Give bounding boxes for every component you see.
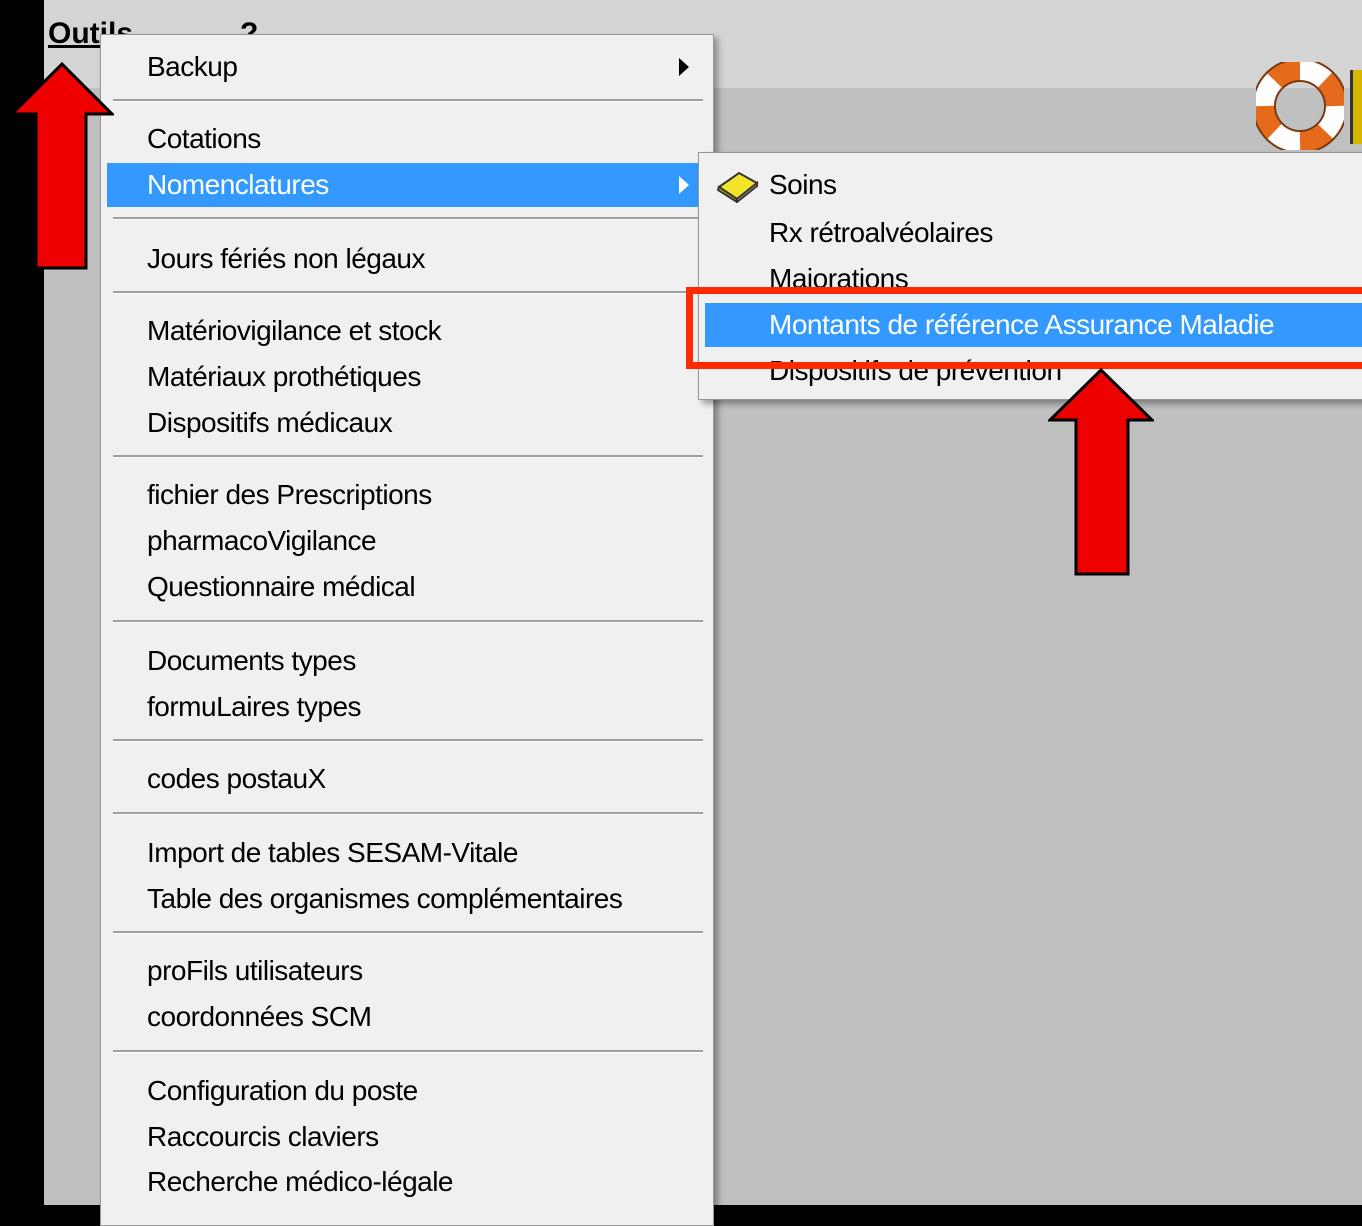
- menu-item-dispositifs-medicaux[interactable]: Dispositifs médicaux: [107, 401, 703, 445]
- menu-separator: [113, 620, 703, 623]
- submenu-arrow-icon: [679, 58, 689, 76]
- menu-separator: [113, 739, 703, 742]
- menu-item-label: Dispositifs médicaux: [147, 407, 393, 438]
- menu-item-label: proFils utilisateurs: [147, 955, 363, 986]
- menu-item-label: Matériovigilance et stock: [147, 315, 442, 346]
- menu-separator: [113, 812, 703, 815]
- menu-item-label: formuLaires types: [147, 691, 362, 722]
- menu-item-label: Matériaux prothétiques: [147, 361, 421, 392]
- menu-item-label: Documents types: [147, 645, 356, 676]
- menu-item-documents-types[interactable]: Documents types: [107, 639, 703, 683]
- menu-item-raccourcis[interactable]: Raccourcis claviers: [107, 1115, 703, 1159]
- menu-separator: [113, 1050, 703, 1053]
- toolbar-icon-partial[interactable]: [1350, 70, 1362, 144]
- menu-separator: [113, 99, 703, 102]
- annotation-arrow-right-icon: [1048, 368, 1154, 576]
- menu-item-materiovigilance[interactable]: Matériovigilance et stock: [107, 309, 703, 353]
- annotation-arrow-left-icon: [10, 62, 114, 270]
- menu-separator: [113, 931, 703, 934]
- menu-item-nomenclatures[interactable]: Nomenclatures: [107, 163, 703, 207]
- menu-item-label: coordonnées SCM: [147, 1001, 372, 1032]
- submenu-arrow-icon: [679, 176, 689, 194]
- annotation-highlight-box: [686, 287, 1362, 369]
- menu-item-label: Backup: [147, 51, 238, 82]
- menu-item-coordonnees-scm[interactable]: coordonnées SCM: [107, 995, 703, 1039]
- menu-item-label: Raccourcis claviers: [147, 1121, 379, 1152]
- menu-item-label: codes postauX: [147, 763, 326, 794]
- menu-separator: [113, 217, 703, 220]
- submenu-item-label: Soins: [769, 169, 837, 200]
- menu-item-codes-postaux[interactable]: codes postauX: [107, 757, 703, 801]
- menu-item-organismes[interactable]: Table des organismes complémentaires: [107, 877, 703, 921]
- menu-item-label: pharmacoVigilance: [147, 525, 377, 556]
- menu-item-label: Table des organismes complémentaires: [147, 883, 623, 914]
- menu-item-formulaires-types[interactable]: formuLaires types: [107, 685, 703, 729]
- menu-item-cotations[interactable]: Cotations: [107, 117, 703, 161]
- book-icon: [716, 171, 759, 203]
- submenu-item-soins[interactable]: Soins: [705, 163, 1362, 207]
- menu-item-label: fichier des Prescriptions: [147, 479, 432, 510]
- submenu-item-rx[interactable]: Rx rétroalvéolaires: [705, 211, 1362, 255]
- menu-item-pharmacovigilance[interactable]: pharmacoVigilance: [107, 519, 703, 563]
- menu-item-jours-feries[interactable]: Jours fériés non légaux: [107, 237, 703, 281]
- menu-item-questionnaire[interactable]: Questionnaire médical: [107, 565, 703, 609]
- outils-dropdown-menu: Backup Cotations Nomenclatures Jours fér…: [100, 34, 714, 1226]
- menu-item-label: Questionnaire médical: [147, 571, 416, 602]
- menu-item-prescriptions[interactable]: fichier des Prescriptions: [107, 473, 703, 517]
- menu-item-recherche[interactable]: Recherche médico-légale: [107, 1160, 703, 1204]
- menu-item-materiaux-prothetiques[interactable]: Matériaux prothétiques: [107, 355, 703, 399]
- menu-separator: [113, 291, 703, 294]
- menu-item-import-sesam[interactable]: Import de tables SESAM-Vitale: [107, 831, 703, 875]
- menu-item-label: Nomenclatures: [147, 169, 329, 200]
- menu-item-label: Configuration du poste: [147, 1075, 418, 1106]
- menu-item-profils[interactable]: proFils utilisateurs: [107, 949, 703, 993]
- menu-item-backup[interactable]: Backup: [107, 45, 703, 89]
- menu-item-configuration[interactable]: Configuration du poste: [107, 1069, 703, 1113]
- submenu-item-label: Rx rétroalvéolaires: [769, 217, 993, 248]
- menu-separator: [113, 455, 703, 458]
- menu-item-label: Import de tables SESAM-Vitale: [147, 837, 518, 868]
- menu-item-label: Jours fériés non légaux: [147, 243, 426, 274]
- menu-item-label: Cotations: [147, 123, 261, 154]
- menu-item-label: Recherche médico-légale: [147, 1166, 454, 1197]
- lifebuoy-icon[interactable]: [1256, 62, 1344, 150]
